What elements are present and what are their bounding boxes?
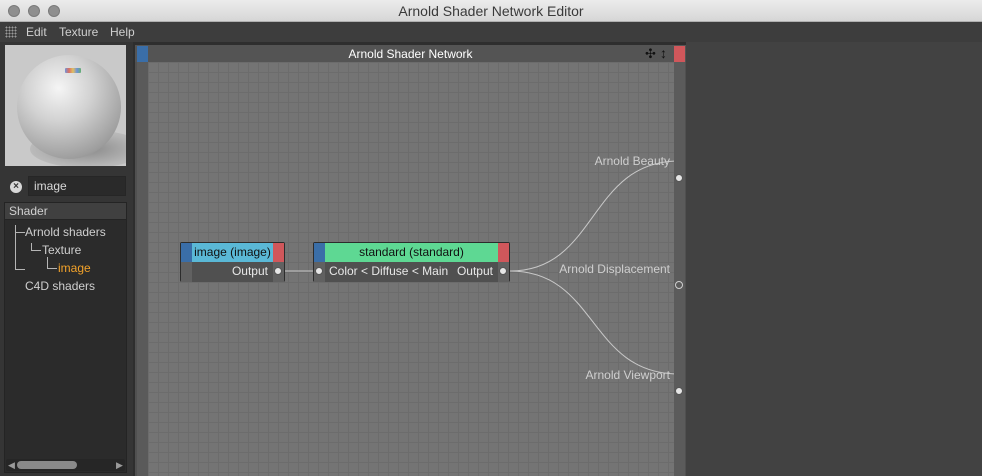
image-output-label: Output bbox=[231, 264, 268, 278]
clear-search-icon[interactable]: × bbox=[10, 181, 22, 193]
node-canvas[interactable]: image (image) Output standard (standard)… bbox=[148, 62, 674, 476]
output-beauty-port[interactable] bbox=[675, 174, 683, 182]
move-icon[interactable]: ✣ bbox=[645, 46, 656, 61]
standard-input-port[interactable] bbox=[315, 267, 323, 275]
output-displacement-port[interactable] bbox=[675, 281, 683, 289]
scroll-thumb[interactable] bbox=[17, 461, 77, 469]
network-output-strip bbox=[674, 62, 685, 476]
standard-output-port[interactable] bbox=[499, 267, 507, 275]
output-viewport-port[interactable] bbox=[675, 387, 683, 395]
wire-to-beauty bbox=[509, 160, 674, 272]
scroll-left-icon[interactable]: ◀ bbox=[8, 459, 15, 471]
tree-header: Shader bbox=[5, 203, 126, 220]
menu-texture[interactable]: Texture bbox=[59, 25, 98, 39]
grip-icon[interactable] bbox=[5, 26, 17, 38]
title-bar: Arnold Shader Network Editor bbox=[0, 0, 982, 22]
tree-item-arnold-shaders[interactable]: Arnold shaders bbox=[25, 225, 106, 239]
tree-line bbox=[15, 232, 25, 233]
tree-line bbox=[31, 250, 41, 251]
node-blue-tab[interactable] bbox=[314, 243, 325, 262]
input-port-strip bbox=[181, 262, 192, 282]
left-panel: × Shader Arnold shaders Texture image C4… bbox=[0, 42, 133, 476]
standard-output-label: Output bbox=[456, 264, 493, 278]
network-title: Arnold Shader Network bbox=[348, 47, 473, 61]
standard-node[interactable]: standard (standard) Color < Diffuse < Ma… bbox=[313, 242, 510, 282]
scroll-right-icon[interactable]: ▶ bbox=[116, 459, 123, 471]
menu-bar: Edit Texture Help bbox=[0, 22, 982, 42]
tree-item-c4d-shaders[interactable]: C4D shaders bbox=[25, 279, 95, 293]
network-header: Arnold Shader Network ✣ ↕ bbox=[135, 45, 686, 62]
image-node-title: image (image) bbox=[192, 243, 273, 262]
wire-to-viewport bbox=[509, 270, 674, 375]
standard-node-body: Color < Diffuse < Main Output bbox=[314, 262, 509, 282]
window-title: Arnold Shader Network Editor bbox=[398, 3, 584, 19]
output-arnold-displacement-label: Arnold Displacement bbox=[559, 262, 670, 276]
image-node-body: Output bbox=[181, 262, 284, 282]
tree-horizontal-scrollbar[interactable]: ◀ ▶ bbox=[6, 459, 125, 471]
image-node-header[interactable]: image (image) bbox=[181, 243, 284, 262]
material-preview bbox=[5, 45, 126, 166]
tree-item-texture[interactable]: Texture bbox=[42, 243, 81, 257]
node-red-tab[interactable] bbox=[273, 243, 284, 262]
menu-help[interactable]: Help bbox=[110, 25, 135, 39]
header-red-tab[interactable] bbox=[674, 46, 685, 62]
standard-node-title: standard (standard) bbox=[325, 243, 498, 262]
texture-logo-image bbox=[65, 68, 81, 73]
tree-item-image[interactable]: image bbox=[58, 261, 91, 275]
search-input[interactable] bbox=[28, 176, 126, 196]
shader-network-panel: Arnold Shader Network ✣ ↕ image (image) … bbox=[135, 45, 686, 476]
output-arnold-viewport-label: Arnold Viewport bbox=[585, 368, 671, 382]
standard-node-header[interactable]: standard (standard) bbox=[314, 243, 509, 262]
tree-line bbox=[15, 269, 25, 270]
tree-line bbox=[47, 268, 57, 269]
image-node[interactable]: image (image) Output bbox=[180, 242, 285, 282]
standard-input-label: Color < Diffuse < Main bbox=[329, 264, 449, 278]
menu-edit[interactable]: Edit bbox=[26, 25, 47, 39]
node-blue-tab[interactable] bbox=[181, 243, 192, 262]
image-output-port[interactable] bbox=[274, 267, 282, 275]
output-arnold-beauty-label: Arnold Beauty bbox=[594, 154, 670, 168]
node-red-tab[interactable] bbox=[498, 243, 509, 262]
shader-tree: Shader Arnold shaders Texture image C4D … bbox=[4, 202, 127, 473]
network-left-strip bbox=[137, 62, 148, 476]
right-empty-area bbox=[686, 42, 982, 476]
resize-vertical-icon[interactable]: ↕ bbox=[660, 45, 667, 61]
